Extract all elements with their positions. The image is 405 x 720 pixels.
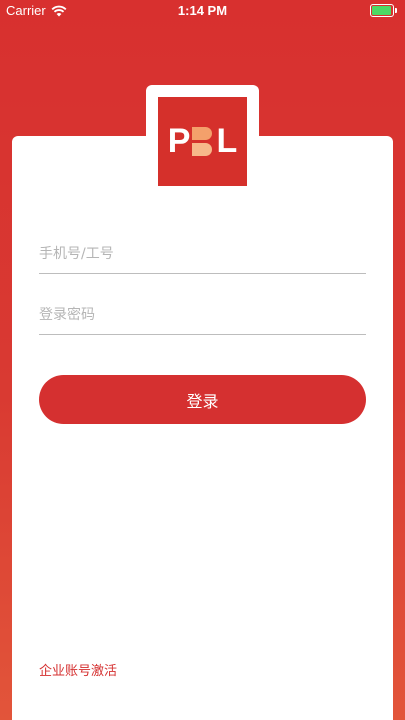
app-logo: P L xyxy=(158,97,247,186)
battery-icon xyxy=(370,4,397,17)
status-bar: Carrier 1:14 PM xyxy=(0,0,405,22)
logo-letter-right: L xyxy=(216,122,238,160)
password-input[interactable] xyxy=(39,295,366,334)
phone-field xyxy=(39,234,366,274)
password-field xyxy=(39,295,366,335)
activate-account-link[interactable]: 企业账号激活 xyxy=(39,660,117,679)
phone-input[interactable] xyxy=(39,234,366,273)
logo-letter-left: P xyxy=(167,122,191,160)
login-card xyxy=(12,136,393,720)
status-time: 1:14 PM xyxy=(177,3,228,18)
logo-mark-icon xyxy=(192,126,214,157)
login-button[interactable]: 登录 xyxy=(39,375,366,424)
